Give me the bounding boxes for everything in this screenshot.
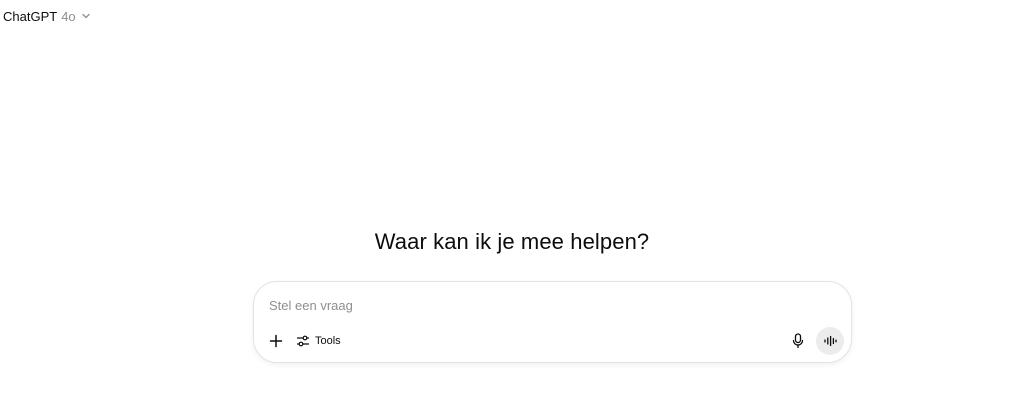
model-name: ChatGPT xyxy=(3,8,58,24)
plus-icon xyxy=(269,334,283,348)
tools-button[interactable]: Tools xyxy=(296,331,341,351)
chevron-down-icon xyxy=(81,11,91,21)
voice-mode-icon xyxy=(823,335,837,347)
model-switcher[interactable]: ChatGPT 4o xyxy=(3,7,91,25)
microphone-icon xyxy=(791,333,805,349)
add-attachment-button[interactable] xyxy=(266,331,286,351)
voice-mode-button[interactable] xyxy=(816,327,844,355)
page-title: Waar kan ik je mee helpen? xyxy=(374,229,650,254)
sliders-icon xyxy=(296,334,310,348)
prompt-composer: Tools xyxy=(253,281,852,363)
dictate-button[interactable] xyxy=(788,331,808,351)
prompt-input[interactable] xyxy=(269,296,829,314)
model-version: 4o xyxy=(61,8,76,24)
tools-label: Tools xyxy=(315,335,341,347)
